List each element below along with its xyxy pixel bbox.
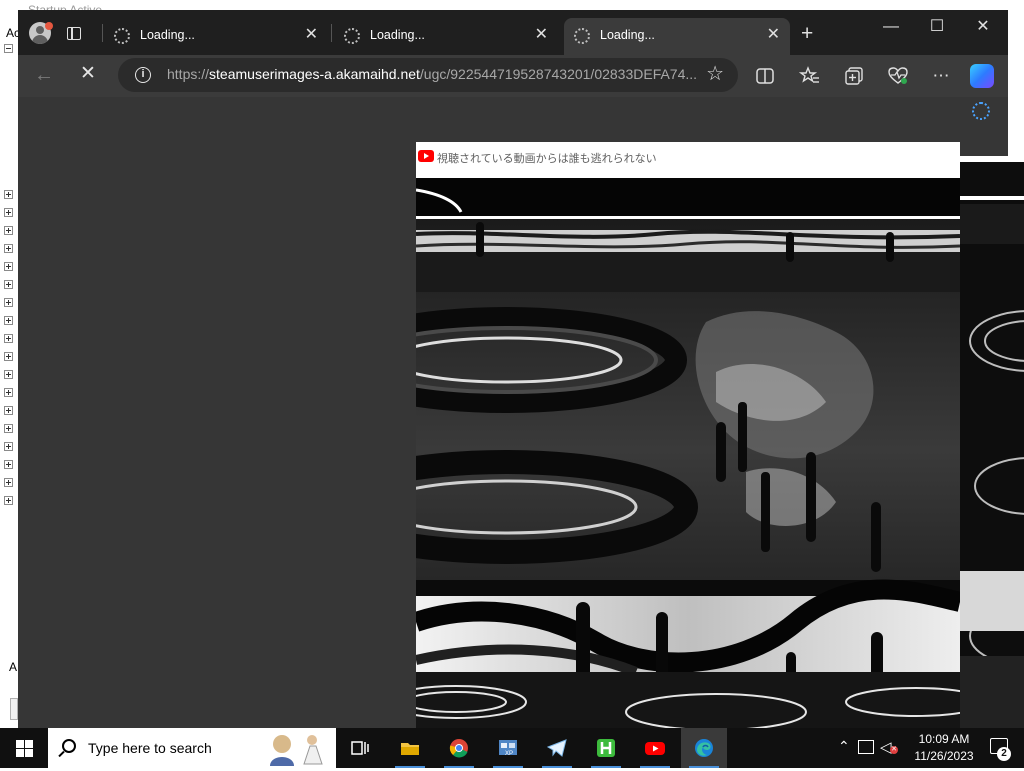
video-popup-background[interactable]	[960, 156, 1024, 728]
navigation-toolbar: ← ✕ i https://steamuserimages-a.akamaihd…	[18, 55, 1008, 97]
collections-icon[interactable]	[843, 65, 865, 87]
copilot-icon[interactable]	[970, 64, 994, 88]
new-tab-button[interactable]: +	[801, 23, 813, 44]
tab-loading-2[interactable]: Loading... ✕	[334, 18, 558, 55]
tree-expand-icon[interactable]	[4, 316, 13, 325]
address-bar[interactable]: i https://steamuserimages-a.akamaihd.net…	[118, 58, 738, 92]
telegram-button[interactable]	[534, 728, 580, 768]
tree-expand-icon[interactable]	[4, 334, 13, 343]
profile-notification-dot	[45, 22, 53, 30]
tab-title: Loading...	[600, 28, 655, 42]
close-tab-icon[interactable]: ✕	[535, 26, 548, 44]
taskbar-search-box[interactable]: Type here to search	[48, 728, 336, 768]
page-loading-icon	[972, 102, 990, 120]
video-title: 視聴されている動画からは誰も逃れられない	[437, 153, 657, 165]
tree-expand-icon[interactable]	[4, 478, 13, 487]
loading-spinner-icon	[344, 28, 360, 44]
close-window-button[interactable]: ✕	[963, 16, 1003, 40]
search-highlight-image[interactable]	[264, 730, 330, 766]
tree-collapse-icon[interactable]	[4, 44, 13, 53]
edge-button[interactable]	[681, 728, 727, 768]
close-tab-icon[interactable]: ✕	[767, 26, 780, 44]
tab-title: Loading...	[140, 28, 195, 42]
chrome-button[interactable]	[436, 728, 482, 768]
search-icon	[62, 739, 76, 753]
maximize-button[interactable]: ☐	[917, 16, 957, 40]
tab-actions-icon	[67, 27, 81, 40]
show-hidden-icons-icon[interactable]: ⌃	[838, 738, 850, 755]
tab-title: Loading...	[370, 28, 425, 42]
xp-app-button[interactable]: XP	[485, 728, 531, 768]
tree-expand-icon[interactable]	[4, 190, 13, 199]
svg-text:XP: XP	[505, 751, 513, 757]
loading-spinner-icon	[114, 28, 130, 44]
youtube-button[interactable]	[632, 728, 678, 768]
clock-time[interactable]: 10:09 AM	[910, 732, 978, 746]
video-frame[interactable]	[416, 172, 960, 728]
tree-expand-icon[interactable]	[4, 262, 13, 271]
minimize-button[interactable]: —	[871, 16, 911, 40]
tree-expand-icon[interactable]	[4, 442, 13, 451]
avatar-body-icon	[32, 35, 48, 44]
video-popup[interactable]: 視聴されている動画からは誰も逃れられない	[416, 142, 960, 728]
tree-expand-icon[interactable]	[4, 496, 13, 505]
info-icon[interactable]: i	[135, 67, 151, 83]
stop-icon[interactable]: ✕	[80, 62, 96, 86]
tree-expand-icon[interactable]	[4, 424, 13, 433]
h-app-button[interactable]	[583, 728, 629, 768]
tree-expand-icon[interactable]	[4, 352, 13, 361]
video-header: 視聴されている動画からは誰も逃れられない	[416, 142, 960, 172]
muted-badge-icon: ✕	[890, 746, 898, 754]
more-icon[interactable]: ⋯	[930, 65, 952, 87]
windows-logo-icon	[25, 740, 33, 748]
tree-expand-icon[interactable]	[4, 244, 13, 253]
url-scheme: https://	[167, 66, 210, 82]
system-tray: ⌃ ◁ ✕ 10:09 AM 11/26/2023 2	[834, 728, 1024, 768]
notification-count: 2	[997, 747, 1011, 761]
tab-divider	[331, 24, 332, 42]
browser-essentials-icon[interactable]	[887, 65, 909, 87]
task-view-button[interactable]	[337, 728, 383, 768]
close-tab-icon[interactable]: ✕	[305, 26, 318, 44]
tree-expand-icon[interactable]	[4, 298, 13, 307]
tree-expand-icon[interactable]	[4, 406, 13, 415]
tree-expand-icon[interactable]	[4, 208, 13, 217]
url-host: steamuserimages-a.akamaihd.net	[209, 66, 420, 82]
loading-spinner-icon	[574, 28, 590, 44]
tree-expand-icon[interactable]	[4, 370, 13, 379]
avatar-head-icon	[36, 26, 44, 34]
tree-expand-icon[interactable]	[4, 388, 13, 397]
tab-loading-3-active[interactable]: Loading... ✕	[564, 18, 790, 55]
youtube-icon	[418, 150, 434, 162]
favorites-icon[interactable]	[798, 65, 821, 87]
tree-expand-icon[interactable]	[4, 280, 13, 289]
clock-date[interactable]: 11/26/2023	[910, 749, 978, 763]
tree-expand-icon[interactable]	[4, 460, 13, 469]
background-label-bottom: A	[9, 660, 18, 674]
favorite-star-icon[interactable]: ☆	[706, 63, 724, 85]
tab-loading-1[interactable]: Loading... ✕	[104, 18, 328, 55]
search-placeholder: Type here to search	[88, 740, 212, 756]
file-explorer-button[interactable]	[387, 728, 433, 768]
back-arrow-icon[interactable]: ←	[34, 63, 54, 87]
windows-logo-icon	[25, 749, 33, 757]
taskbar: Type here to search XP ⌃ ◁ ✕ 10:09 AM 11…	[0, 728, 1024, 768]
network-icon[interactable]	[858, 740, 874, 754]
url-path: /ugc/922544719528743201/02833DEFA74...	[419, 66, 698, 82]
background-scrollbar[interactable]	[10, 698, 18, 720]
tree-expand-icon[interactable]	[4, 226, 13, 235]
start-button[interactable]	[0, 728, 48, 768]
tab-actions-button[interactable]	[64, 24, 84, 44]
split-screen-icon[interactable]	[754, 65, 776, 87]
windows-logo-icon	[16, 740, 24, 748]
tab-strip: Loading... ✕ Loading... ✕ Loading... ✕ +…	[18, 10, 1008, 55]
tab-divider	[102, 24, 103, 42]
windows-logo-icon	[16, 749, 24, 757]
address-url[interactable]: https://steamuserimages-a.akamaihd.net/u…	[167, 66, 697, 82]
